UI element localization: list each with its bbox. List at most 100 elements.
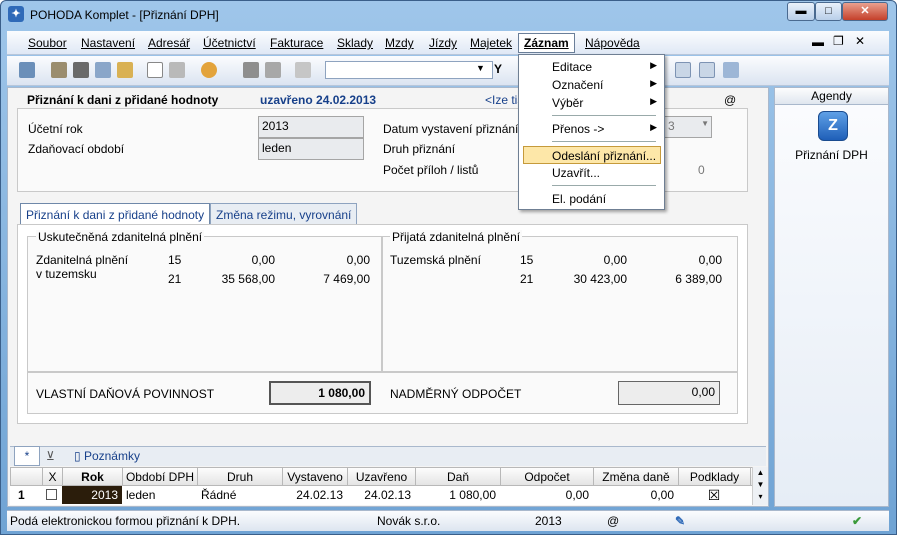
filter-tab-icon[interactable]: ⊻ bbox=[46, 449, 55, 463]
zdanovaci-obdobi-field[interactable]: leden bbox=[258, 138, 364, 160]
menu-sklady[interactable]: Sklady bbox=[337, 36, 373, 50]
cell-odpocet[interactable]: 0,00 bbox=[500, 486, 589, 504]
p-base-21: 30 423,00 bbox=[573, 272, 627, 286]
filter-icon[interactable]: Y bbox=[494, 62, 502, 76]
chevron-down-icon[interactable]: ▼ bbox=[476, 63, 485, 73]
menu-item-uzavrit[interactable]: Uzavřít... bbox=[523, 164, 661, 182]
agenda-item-priznani-dph[interactable]: Přiznání DPH bbox=[775, 148, 888, 162]
asterisk-icon[interactable]: * bbox=[14, 446, 40, 466]
menu-item-odeslani-priznani[interactable]: Odeslání přiznání... bbox=[523, 146, 661, 164]
cell-dan[interactable]: 1 080,00 bbox=[415, 486, 496, 504]
grid-scrollbar[interactable]: ▲ ▼ ▾ bbox=[752, 467, 768, 505]
menu-mzdy[interactable]: Mzdy bbox=[385, 36, 414, 50]
col-obdobi[interactable]: Období DPH bbox=[123, 468, 198, 486]
email-icon[interactable]: @ bbox=[724, 93, 736, 107]
menu-item-oznaceni[interactable]: Označení ▶ bbox=[523, 76, 661, 94]
zdanovaci-obdobi-label: Zdaňovací období bbox=[28, 142, 125, 156]
col-uzavreno[interactable]: Uzavřeno bbox=[348, 468, 416, 486]
save-icon[interactable] bbox=[243, 62, 259, 78]
col-rok[interactable]: Rok bbox=[63, 468, 123, 486]
cell-uzavreno[interactable]: 24.02.13 bbox=[347, 486, 411, 504]
toolbar-open-icon[interactable] bbox=[19, 62, 35, 78]
tab-zmena-rezimu[interactable]: Změna režimu, vyrovnání bbox=[210, 203, 358, 225]
datum-field[interactable]: 3 ▼ bbox=[664, 116, 712, 138]
u-tax-15: 0,00 bbox=[346, 253, 370, 267]
tab-priznani[interactable]: Přiznání k dani z přidané hodnoty bbox=[20, 203, 211, 225]
col-odpocet[interactable]: Odpočet bbox=[501, 468, 594, 486]
print-icon[interactable] bbox=[73, 62, 89, 78]
menu-nastaveni[interactable]: Nastavení bbox=[81, 36, 135, 50]
p-tax-15: 0,00 bbox=[698, 253, 722, 267]
col-x[interactable]: X bbox=[43, 468, 63, 486]
menu-soubor[interactable]: Soubor bbox=[28, 36, 67, 50]
menu-jizdy[interactable]: Jízdy bbox=[429, 36, 457, 50]
minimize-button[interactable]: ▬ bbox=[787, 2, 815, 21]
help-icon[interactable] bbox=[723, 62, 739, 78]
menu-separator bbox=[552, 115, 656, 116]
save-all-icon[interactable] bbox=[265, 62, 281, 78]
export-icon[interactable] bbox=[117, 62, 133, 78]
child-minimize-icon[interactable]: ▬ bbox=[812, 35, 824, 49]
menu-majetek[interactable]: Majetek bbox=[470, 36, 512, 50]
vlastni-value: 1 080,00 bbox=[269, 381, 371, 405]
status-email-icon[interactable]: @ bbox=[607, 514, 619, 528]
toolbar-copy-icon[interactable] bbox=[51, 62, 67, 78]
window-title: POHODA Komplet - [Přiznání DPH] bbox=[30, 8, 219, 22]
menu-item-el-podani[interactable]: El. podání bbox=[523, 190, 661, 208]
prijata-title: Přijatá zdanitelná plnění bbox=[390, 230, 523, 244]
title-bar: ✦ POHODA Komplet - [Přiznání DPH] ▬ □ ✕ bbox=[0, 0, 897, 30]
cell-obdobi[interactable]: leden bbox=[126, 486, 155, 504]
col-podklady[interactable]: Podklady bbox=[679, 468, 751, 486]
menu-napoveda[interactable]: Nápověda bbox=[585, 36, 640, 50]
new-record-icon[interactable] bbox=[147, 62, 163, 78]
cell-rok[interactable]: 2013 bbox=[62, 486, 122, 504]
col-vystaveno[interactable]: Vystaveno bbox=[283, 468, 348, 486]
menubar: Soubor Nastavení Adresář Účetnictví Fakt… bbox=[7, 31, 889, 55]
cell-vystaveno[interactable]: 24.02.13 bbox=[282, 486, 343, 504]
menu-item-prenos[interactable]: Přenos -> ▶ bbox=[523, 120, 661, 138]
pocet-field[interactable]: 0 bbox=[698, 163, 705, 177]
col-druh[interactable]: Druh bbox=[198, 468, 283, 486]
row-checkbox[interactable] bbox=[46, 489, 57, 500]
u-code-15: 15 bbox=[168, 253, 182, 267]
quick-search-input[interactable] bbox=[325, 61, 493, 79]
list-view-icon[interactable] bbox=[675, 62, 691, 78]
child-restore-icon[interactable]: ❐ bbox=[833, 34, 844, 48]
cell-zmena[interactable]: 0,00 bbox=[593, 486, 674, 504]
menu-item-editace[interactable]: Editace ▶ bbox=[523, 58, 661, 76]
status-company: Novák s.r.o. bbox=[377, 514, 441, 528]
menu-fakturace[interactable]: Fakturace bbox=[270, 36, 323, 50]
u-base-15: 0,00 bbox=[251, 253, 275, 267]
priznani-dph-icon[interactable]: Z bbox=[818, 111, 848, 141]
back-icon[interactable] bbox=[201, 62, 217, 78]
maximize-button[interactable]: □ bbox=[815, 2, 842, 21]
form-view-icon[interactable] bbox=[699, 62, 715, 78]
row-number: 1 bbox=[18, 488, 25, 502]
menu-zaznam[interactable]: Záznam bbox=[518, 33, 575, 53]
col-dan[interactable]: Daň bbox=[416, 468, 501, 486]
edit-icon[interactable] bbox=[169, 62, 185, 78]
uskutecnena-title: Uskutečněná zdanitelná plnění bbox=[36, 230, 205, 244]
menu-separator bbox=[552, 141, 656, 142]
zdanitelna-label: Zdanitelná plnění bbox=[36, 253, 129, 267]
ucetni-rok-field[interactable]: 2013 bbox=[258, 116, 364, 138]
p-code-21: 21 bbox=[520, 272, 534, 286]
clipboard-icon[interactable] bbox=[295, 62, 311, 78]
close-button[interactable]: ✕ bbox=[842, 2, 888, 21]
page-title: Přiznání k dani z přidané hodnoty bbox=[27, 93, 219, 107]
col-zmena[interactable]: Změna daně bbox=[594, 468, 679, 486]
preview-icon[interactable] bbox=[95, 62, 111, 78]
menu-ucetnictvi[interactable]: Účetnictví bbox=[203, 36, 256, 50]
grid-header: X Rok Období DPH Druh Vystaveno Uzavřeno… bbox=[10, 467, 768, 486]
table-row[interactable]: 1 2013 leden Řádné 24.02.13 24.02.13 1 0… bbox=[10, 486, 768, 505]
cell-podklady-checkbox-icon[interactable]: ☒ bbox=[678, 486, 750, 504]
menu-item-vyber[interactable]: Výběr ▶ bbox=[523, 94, 661, 112]
p-base-15: 0,00 bbox=[603, 253, 627, 267]
datum-vystaveni-label: Datum vystavení přiznání bbox=[383, 122, 519, 136]
p-tax-21: 6 389,00 bbox=[675, 272, 722, 286]
col-num bbox=[11, 468, 43, 486]
cell-druh[interactable]: Řádné bbox=[201, 486, 236, 504]
child-close-icon[interactable]: ✕ bbox=[855, 34, 865, 48]
poznamky-tab[interactable]: ▯ Poznámky bbox=[74, 449, 140, 463]
menu-adresar[interactable]: Adresář bbox=[148, 36, 190, 50]
